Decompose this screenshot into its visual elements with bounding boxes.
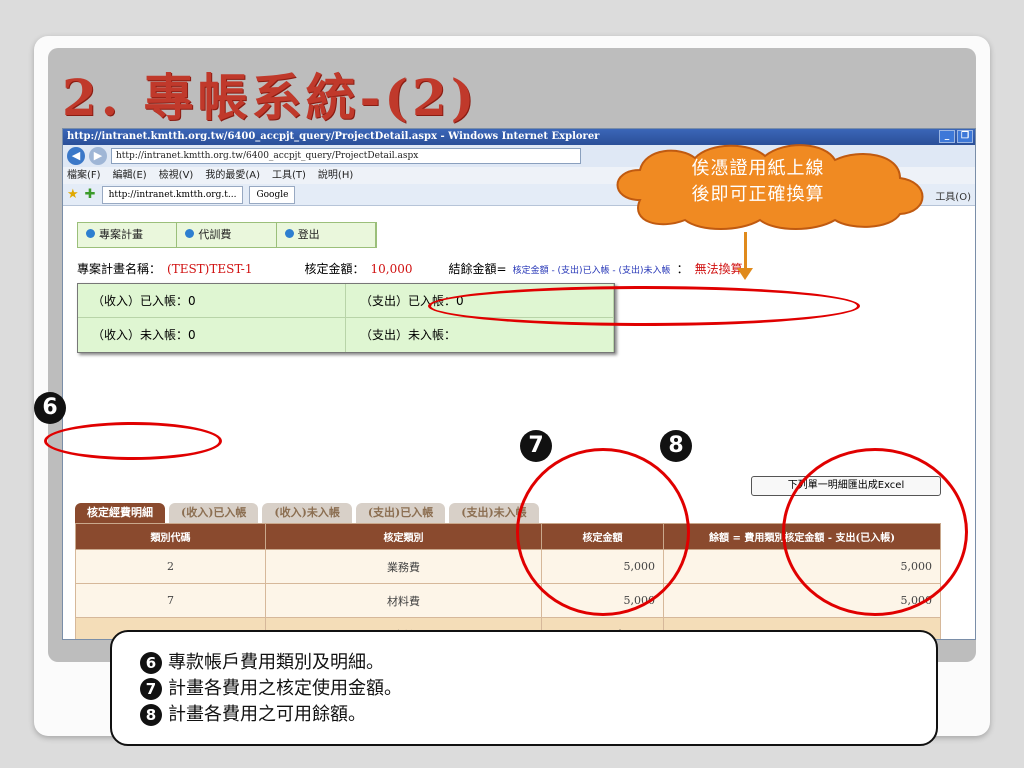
note-badge: 7 — [140, 678, 162, 700]
restore-button[interactable]: ❐ — [957, 130, 973, 143]
balance-value: 無法換算 — [694, 262, 743, 276]
tab-income-posted[interactable]: (收入)已入帳 — [169, 503, 259, 523]
cell-category: 材料費 — [265, 583, 542, 618]
tools-menu[interactable]: 工具(O) — [935, 188, 971, 203]
note-text: 專款帳戶費用類別及明細。 — [168, 652, 384, 673]
callout-arrowhead — [737, 268, 753, 280]
minimize-button[interactable]: _ — [939, 130, 955, 143]
note-item: 7 計畫各費用之核定使用金額。 — [140, 676, 936, 702]
approved-label: 核定金額： — [304, 262, 365, 276]
note-badge: 8 — [140, 704, 162, 726]
browser-tab-intranet[interactable]: http://intranet.kmtth.org.t... — [101, 185, 244, 204]
note-text: 計畫各費用之可用餘額。 — [168, 704, 366, 725]
badge-7: 7 — [520, 430, 552, 462]
callout-arrow — [744, 232, 747, 272]
ring-balance — [428, 286, 860, 326]
menu-help[interactable]: 說明(H) — [318, 167, 353, 184]
star-icon[interactable]: ★ — [67, 187, 79, 202]
nav-menu: 專案計畫 代訓費 登出 — [77, 222, 377, 248]
income-unposted: （收入）未入帳：0 — [78, 318, 346, 352]
col-category-code: 類別代碼 — [75, 523, 266, 550]
menu-favorites[interactable]: 我的最愛(A) — [205, 167, 260, 184]
cell-code: 7 — [75, 583, 266, 618]
note-badge: 6 — [140, 652, 162, 674]
window-title: http://intranet.kmtth.org.tw/6400_accpjt… — [67, 131, 600, 142]
balance-sep: ： — [676, 262, 689, 276]
forward-icon[interactable]: ▶ — [89, 147, 107, 165]
note-item: 8 計畫各費用之可用餘額。 — [140, 702, 936, 728]
tab-expense-posted[interactable]: (支出)已入帳 — [355, 503, 446, 523]
address-input[interactable]: http://intranet.kmtth.org.tw/6400_accpjt… — [111, 148, 581, 164]
income-posted: （收入）已入帳：0 — [78, 284, 346, 317]
project-name-value: (TEST)TEST-1 — [167, 262, 253, 276]
balance-formula: 核定金額 - (支出)已入帳 - (支出)未入帳 — [512, 266, 671, 276]
project-name-label: 專案計畫名稱： — [77, 262, 162, 276]
menu-view[interactable]: 檢視(V) — [159, 167, 194, 184]
detail-tabs: 核定經費明細 (收入)已入帳 (收入)未入帳 (支出)已入帳 (支出)未入帳 — [75, 503, 539, 523]
badge-6: 6 — [34, 392, 66, 424]
menu-file[interactable]: 檔案(F) — [67, 167, 101, 184]
nav-item-logout[interactable]: 登出 — [277, 223, 376, 247]
note-item: 6 專款帳戶費用類別及明細。 — [140, 650, 936, 676]
tab-income-unposted[interactable]: (收入)未入帳 — [262, 503, 352, 523]
menu-tools[interactable]: 工具(T) — [272, 167, 306, 184]
slide-title: 2. 專帳系統-(2) — [62, 68, 479, 127]
project-summary: 專案計畫名稱： (TEST)TEST-1 核定金額： 10,000 結餘金額= … — [77, 260, 961, 277]
back-icon[interactable]: ◀ — [67, 147, 85, 165]
ring-tab — [44, 422, 222, 460]
nav-item-training[interactable]: 代訓費 — [177, 223, 277, 247]
tab-approved-budget[interactable]: 核定經費明細 — [75, 503, 165, 523]
callout-text: 俟憑證用紙上線 後即可正確換算 — [691, 158, 825, 205]
notes-box: 6 專款帳戶費用類別及明細。 7 計畫各費用之核定使用金額。 8 計畫各費用之可… — [110, 630, 938, 746]
ring-balance-col — [782, 448, 968, 616]
note-text: 計畫各費用之核定使用金額。 — [168, 678, 402, 699]
ring-approved — [516, 448, 690, 616]
cell-code: 2 — [75, 549, 266, 584]
menu-edit[interactable]: 編輯(E) — [113, 167, 147, 184]
approved-value: 10,000 — [370, 262, 413, 276]
balance-label: 結餘金額= — [448, 262, 507, 276]
badge-8: 8 — [660, 430, 692, 462]
add-favorite-icon[interactable]: ✚ — [85, 187, 96, 202]
nav-item-project[interactable]: 專案計畫 — [78, 223, 178, 247]
browser-tab-google[interactable]: Google — [249, 185, 296, 204]
cell-category: 業務費 — [265, 549, 542, 584]
col-category: 核定類別 — [265, 523, 542, 550]
